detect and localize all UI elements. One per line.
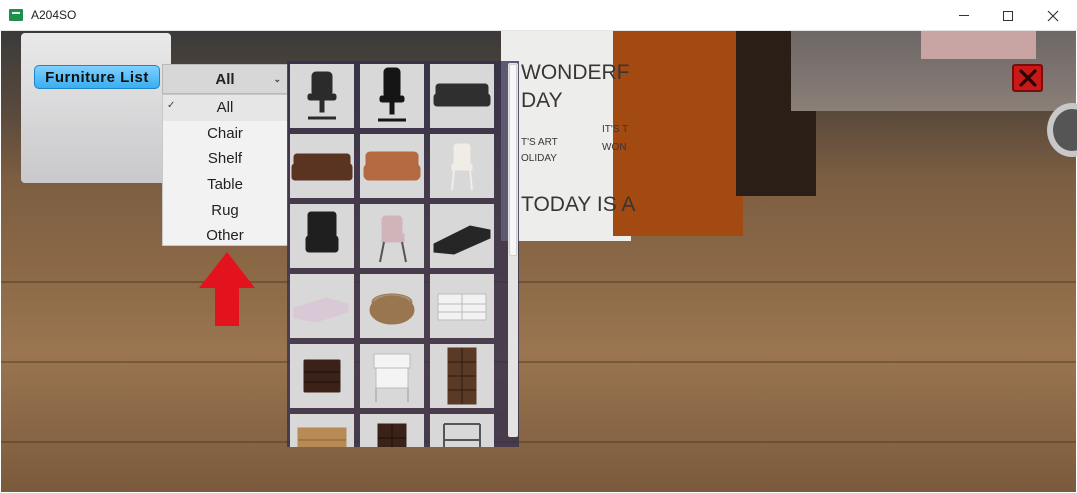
furniture-grid-panel[interactable] [287,61,519,447]
furniture-item-sofa-tan[interactable] [360,134,424,198]
office-chair-tall-icon [378,67,406,122]
background-bag [21,33,171,183]
poster-small-2: WON [602,142,627,153]
shelf-dark-icon [377,423,407,447]
maximize-button[interactable] [985,0,1031,31]
furniture-item-pouf-rattan[interactable] [360,274,424,338]
poster-small-4: OLIDAY [521,153,557,164]
furniture-item-sectional-pink[interactable] [290,274,354,338]
floor-seam [1,441,1076,443]
minimize-button[interactable] [941,0,987,31]
dropdown-option-label: All [216,99,234,117]
furniture-item-chair-white[interactable] [430,134,494,198]
furniture-item-sofa-brown[interactable] [290,134,354,198]
dropdown-option-shelf[interactable]: Shelf [163,146,287,172]
dropdown-option-rug[interactable]: Rug [163,197,287,223]
close-x-icon [1018,69,1037,87]
dropdown-option-label: Shelf [207,150,243,168]
dropdown-option-label: Other [206,227,244,245]
dropdown-option-label: Chair [207,124,243,142]
furniture-item-shelf-dark[interactable] [360,414,424,447]
furniture-item-office-chair[interactable] [290,64,354,128]
nightstand-dark-icon [303,359,341,393]
dropdown-option-other[interactable]: Other [163,223,287,249]
window-title: A204SO [31,8,77,22]
category-dropdown-menu: ✓ All Chair Shelf Table Rug Other [162,94,288,246]
dropdown-option-all[interactable]: ✓ All [163,95,287,121]
floor-seam [1,281,1076,283]
dresser-white-icon [437,293,487,321]
poster-text-line3: TODAY IS A [521,193,636,216]
dropdown-option-chair[interactable]: Chair [163,121,287,147]
furniture-item-bookcase-brown[interactable] [430,344,494,408]
furniture-item-nightstand-dark[interactable] [290,344,354,408]
up-arrow-icon [199,252,255,326]
category-dropdown[interactable]: All ⌄ [162,64,288,94]
bookcase-brown-icon [447,347,477,405]
dropdown-option-label: Table [207,176,243,194]
close-window-button[interactable] [1030,0,1076,31]
close-panel-button[interactable] [1012,64,1043,92]
maximize-icon [1003,10,1013,21]
furniture-item-cabinet-wood[interactable] [290,414,354,447]
furniture-item-sofa-dark[interactable] [430,64,494,128]
close-icon [1047,10,1059,21]
minimize-icon [959,15,969,16]
furniture-list-button[interactable]: Furniture List [34,65,160,89]
furniture-item-nightstand-white[interactable] [360,344,424,408]
sofa-brown-icon [291,153,353,181]
office-chair-icon [307,71,337,120]
poster-text-line1: WONDERF [521,61,630,84]
floor-seam [1,361,1076,363]
dropdown-option-table[interactable]: Table [163,172,287,198]
app-icon [9,9,23,21]
dropdown-option-label: Rug [211,201,239,219]
window-titlebar: A204SO [0,0,1077,31]
furniture-item-office-chair-tall[interactable] [360,64,424,128]
background-cloth [921,31,1036,59]
sectional-dark-icon [433,225,491,255]
chair-white-icon [451,143,473,191]
rack-metal-icon [443,423,481,447]
chevron-down-icon: ⌄ [273,74,281,84]
pouf-rattan-icon [369,293,415,325]
sectional-pink-icon [293,297,349,323]
nightstand-white-icon [373,353,411,402]
furniture-item-dresser-white[interactable] [430,274,494,338]
furniture-item-chair-pink[interactable] [360,204,424,268]
furniture-item-sectional-dark[interactable] [430,204,494,268]
armchair-black-icon [305,211,339,253]
check-icon: ✓ [167,100,176,111]
furniture-item-armchair-black[interactable] [290,204,354,268]
cabinet-wood-icon [297,427,347,447]
chair-pink-icon [379,215,407,263]
poster-small-3: T'S ART [521,137,558,148]
sofa-tan-icon [363,151,421,181]
sofa-dark-icon [433,83,491,107]
scrollbar-thumb[interactable] [509,64,517,256]
poster-small-1: IT'S T [602,124,629,135]
furniture-item-rack-metal[interactable] [430,414,494,447]
category-dropdown-value: All [215,70,235,88]
poster-text-line2: DAY [521,89,563,112]
